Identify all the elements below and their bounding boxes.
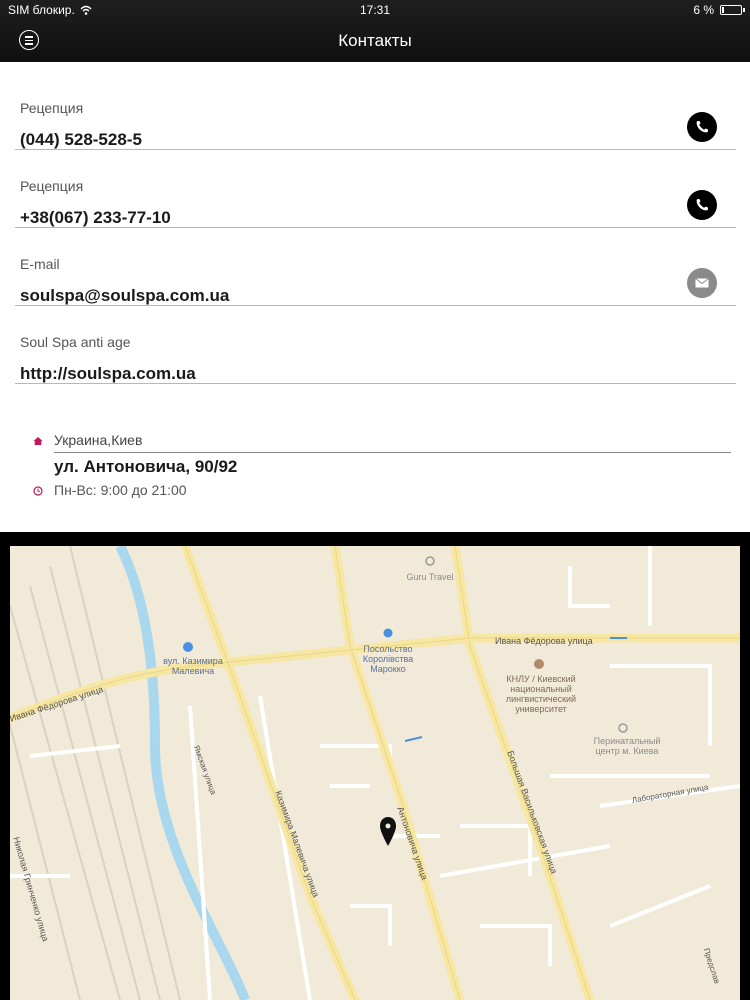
website-link[interactable]: http://soulspa.com.ua xyxy=(20,364,196,384)
street-ivana-fedorova-right: Ивана Фёдорова улица xyxy=(495,636,593,646)
contact-row-reception-1: Рецепция (044) 528-528-5 xyxy=(15,72,736,150)
home-icon xyxy=(33,437,43,445)
contact-label: Рецепция xyxy=(20,178,84,194)
contact-row-email: E-mail soulspa@soulspa.com.ua xyxy=(15,228,736,306)
contact-phone-value: +38(067) 233-77-10 xyxy=(20,208,171,227)
poi-metro-station: вул. Казимира Малевича xyxy=(163,656,223,676)
top-bar: SIM блокир. 17:31 6 % Контакты xyxy=(0,0,750,62)
poi-knlu: КНЛУ / Киевский национальный лингвистиче… xyxy=(505,674,577,714)
status-time: 17:31 xyxy=(359,3,391,17)
call-button-1[interactable] xyxy=(687,112,717,142)
location-pin-icon[interactable] xyxy=(380,817,396,846)
contact-row-website: Soul Spa anti age http://soulspa.com.ua xyxy=(15,306,736,384)
email-button[interactable] xyxy=(687,268,717,298)
contact-label: Рецепция xyxy=(20,100,84,116)
map-view[interactable]: Guru Travel Посольство Королівства Марок… xyxy=(10,546,740,1000)
opening-hours: Пн-Вс: 9:00 до 21:00 xyxy=(54,482,187,498)
status-bar: SIM блокир. 17:31 6 % xyxy=(0,0,750,20)
contact-label: E-mail xyxy=(20,256,60,272)
contact-email-value: soulspa@soulspa.com.ua xyxy=(20,286,230,305)
address-block: Украина,Киев ул. Антоновича, 90/92 Пн-Вс… xyxy=(0,420,750,530)
address-street: ул. Антоновича, 90/92 xyxy=(54,457,238,476)
address-city: Украина,Киев xyxy=(54,432,143,448)
poi-perinatal-center: Перинатальный центр м. Киева xyxy=(593,736,661,756)
page-title: Контакты xyxy=(338,31,412,50)
phone-icon xyxy=(696,121,708,133)
phone-icon xyxy=(696,199,708,211)
call-button-2[interactable] xyxy=(687,190,717,220)
contact-row-reception-2: Рецепция +38(067) 233-77-10 xyxy=(15,150,736,228)
contact-phone-value: (044) 528-528-5 xyxy=(20,130,142,149)
address-divider xyxy=(54,452,731,453)
poi-guru-travel: Guru Travel xyxy=(406,572,454,582)
battery-icon xyxy=(720,5,745,15)
battery-percent: 6 % xyxy=(693,3,714,17)
map-frame: Guru Travel Посольство Королівства Марок… xyxy=(0,532,750,1000)
contact-label: Soul Spa anti age xyxy=(20,334,131,350)
poi-embassy: Посольство Королівства Марокко xyxy=(362,644,414,674)
mail-icon xyxy=(695,278,709,288)
map-roads xyxy=(10,546,740,1000)
clock-icon xyxy=(33,486,43,496)
